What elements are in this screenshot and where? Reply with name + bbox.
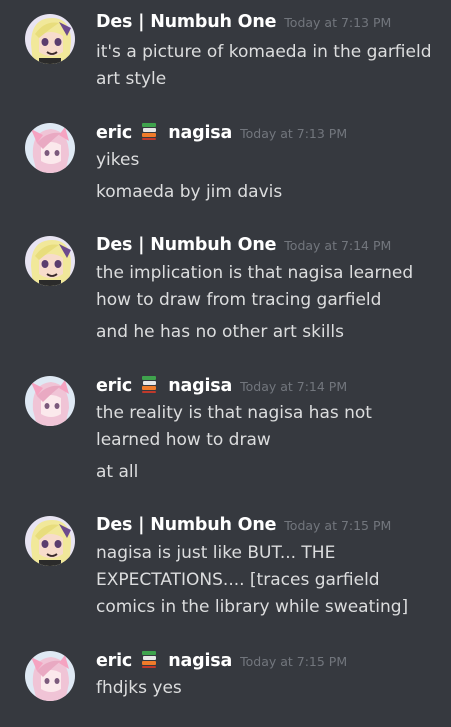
username-suffix[interactable]: nagisa: [168, 651, 232, 671]
message-text: it's a picture of komaeda in the garfiel…: [96, 42, 432, 89]
anime-avatar-blond-icon[interactable]: [25, 14, 75, 64]
username-prefix[interactable]: eric: [96, 123, 132, 143]
books-emoji-icon: [140, 375, 158, 397]
message-header: Des | Numbuh One Today at 7:13 PM: [96, 12, 391, 32]
message-text: at all: [96, 462, 139, 482]
timestamp: Today at 7:14 PM: [284, 238, 392, 253]
username-prefix[interactable]: eric: [96, 651, 132, 671]
message-header: eric nagisa Today at 7:15 PM: [96, 650, 347, 672]
message-text: yikes: [96, 150, 140, 170]
username-suffix[interactable]: nagisa: [168, 376, 232, 396]
timestamp: Today at 7:13 PM: [240, 126, 348, 141]
username-prefix[interactable]: eric: [96, 376, 132, 396]
message-text: the implication is that nagisa learned h…: [96, 263, 414, 310]
username[interactable]: Des | Numbuh One: [96, 12, 276, 32]
timestamp: Today at 7:14 PM: [240, 379, 348, 394]
timestamp: Today at 7:15 PM: [284, 518, 392, 533]
books-emoji-icon: [140, 122, 158, 144]
anime-avatar-pink-icon[interactable]: [25, 651, 75, 701]
username[interactable]: Des | Numbuh One: [96, 235, 276, 255]
chat-log: Des | Numbuh One Today at 7:13 PM it's a …: [0, 0, 451, 727]
timestamp: Today at 7:15 PM: [240, 654, 348, 669]
username[interactable]: Des | Numbuh One: [96, 515, 276, 535]
message-header: eric nagisa Today at 7:14 PM: [96, 375, 347, 397]
message-text: the reality is that nagisa has not learn…: [96, 403, 372, 450]
message-header: Des | Numbuh One Today at 7:14 PM: [96, 235, 391, 255]
timestamp: Today at 7:13 PM: [284, 15, 392, 30]
anime-avatar-pink-icon[interactable]: [25, 376, 75, 426]
message-text: and he has no other art skills: [96, 322, 344, 342]
username-suffix[interactable]: nagisa: [168, 123, 232, 143]
message-header: Des | Numbuh One Today at 7:15 PM: [96, 515, 391, 535]
books-emoji-icon: [140, 650, 158, 672]
anime-avatar-pink-icon[interactable]: [25, 123, 75, 173]
anime-avatar-blond-icon[interactable]: [25, 236, 75, 286]
anime-avatar-blond-icon[interactable]: [25, 516, 75, 566]
message-header: eric nagisa Today at 7:13 PM: [96, 122, 347, 144]
message-text: fhdjks yes: [96, 678, 182, 698]
message-text: nagisa is just like BUT... THE EXPECTATI…: [96, 543, 409, 617]
message-text: komaeda by jim davis: [96, 182, 283, 202]
